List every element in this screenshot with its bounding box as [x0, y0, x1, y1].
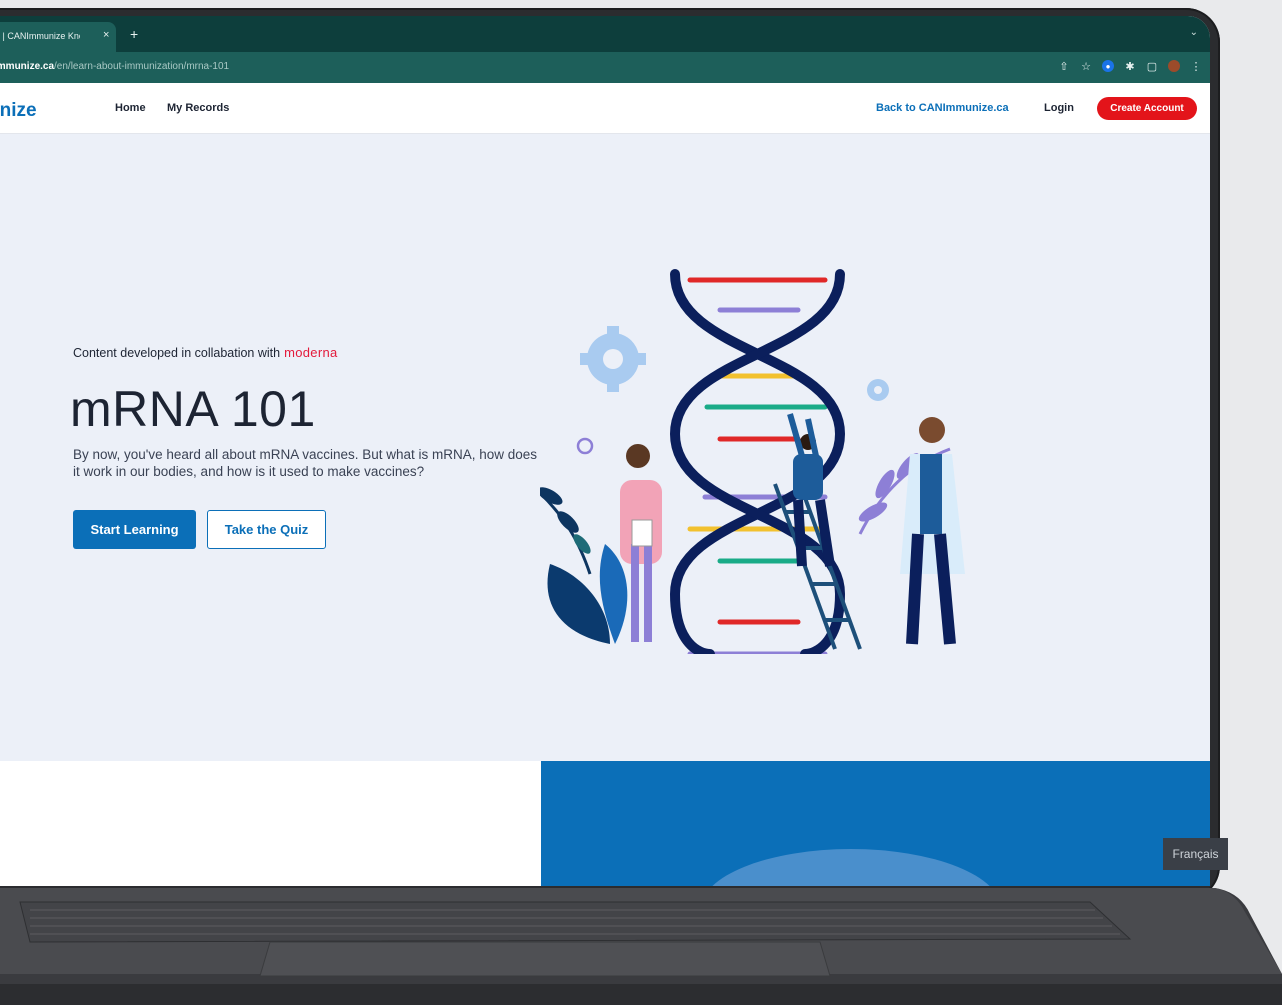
keyboard-base [0, 888, 1282, 1005]
back-to-site-link[interactable]: Back to CANImmunize.ca [876, 102, 1009, 114]
section-white [0, 761, 541, 886]
login-link[interactable]: Login [1044, 102, 1074, 114]
browser-tabbar: 01 | CANImmunize Kno × + ⌄ [0, 16, 1210, 52]
tab-title: 01 | CANImmunize Kno [0, 31, 80, 41]
nav-my-records[interactable]: My Records [167, 102, 229, 114]
site-navbar: unize Home My Records Back to CANImmuniz… [0, 83, 1210, 134]
hero-section: Content developed in collabation with mod… [0, 134, 1210, 761]
gear-icon [580, 326, 646, 392]
take-quiz-button[interactable]: Take the Quiz [207, 510, 326, 549]
tab-close-icon[interactable]: × [103, 29, 109, 41]
trackpad [259, 941, 831, 977]
browser-toolbar-icons: ⇧ ☆ ● ✱ ▢ ⋮ [1058, 60, 1202, 73]
puzzle-icon[interactable]: ✱ [1124, 60, 1136, 73]
url-path: /en/learn-about-immunization/mrna-101 [54, 61, 230, 72]
site-logo[interactable]: unize [0, 100, 37, 122]
more-icon[interactable]: ⋮ [1190, 60, 1202, 73]
url-text[interactable]: .canimmunize.ca/en/learn-about-immunizat… [0, 61, 229, 72]
collab-label: Content developed in collabation with [73, 346, 281, 360]
page-title: mRNA 101 [70, 381, 316, 437]
small-gear-icon [867, 379, 889, 401]
ring-decoration [576, 437, 594, 455]
screen: 01 | CANImmunize Kno × + ⌄ .canimmunize.… [0, 16, 1210, 886]
share-icon[interactable]: ⇧ [1058, 60, 1070, 73]
url-host: .canimmunize.ca [0, 61, 55, 72]
collab-text: Content developed in collabation with mod… [73, 345, 338, 360]
new-tab-button[interactable]: + [130, 27, 138, 41]
doctor-figure [900, 417, 965, 645]
decorative-circle [701, 849, 1001, 886]
chevron-down-icon[interactable]: ⌄ [1190, 27, 1198, 38]
nav-home[interactable]: Home [115, 102, 146, 114]
star-icon[interactable]: ☆ [1080, 60, 1092, 73]
start-learning-button[interactable]: Start Learning [73, 510, 196, 549]
hero-description: By now, you've heard all about mRNA vacc… [73, 447, 538, 479]
plant-left [540, 487, 628, 644]
browser-address-bar[interactable]: .canimmunize.ca/en/learn-about-immunizat… [0, 52, 1210, 83]
extension-icon[interactable]: ● [1102, 60, 1114, 72]
laptop-keyboard [0, 884, 1282, 1005]
moderna-logo: moderna [284, 345, 338, 360]
create-account-button[interactable]: Create Account [1097, 97, 1197, 120]
dna-illustration [540, 269, 965, 654]
language-toggle-button[interactable]: Français [1163, 838, 1228, 870]
woman-figure [620, 444, 662, 642]
section-blue [541, 761, 1210, 886]
browser-tab[interactable]: 01 | CANImmunize Kno × [0, 22, 116, 52]
avatar-icon[interactable] [1168, 60, 1180, 72]
sidepanel-icon[interactable]: ▢ [1146, 60, 1158, 73]
